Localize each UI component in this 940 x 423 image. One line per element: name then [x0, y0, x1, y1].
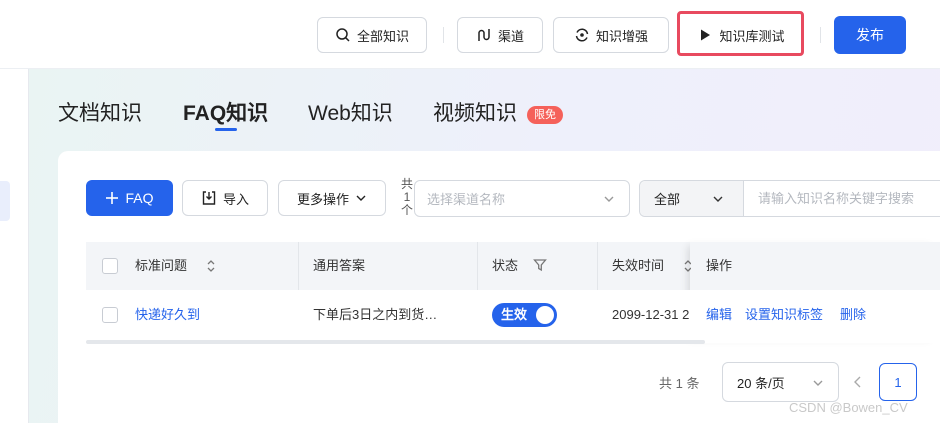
channel-label: 渠道 — [497, 28, 524, 44]
publish-button[interactable]: 发布 — [834, 16, 906, 54]
set-tag-link[interactable]: 设置知识标签 — [745, 290, 823, 340]
channel-select[interactable]: 选择渠道名称 — [414, 180, 630, 217]
import-icon — [202, 191, 216, 205]
knowledge-enhance-button[interactable]: 知识增强 — [553, 17, 669, 53]
chevron-down-icon — [604, 196, 614, 202]
divider — [443, 27, 444, 43]
sort-icon[interactable] — [206, 259, 216, 273]
all-knowledge-label: 全部知识 — [356, 28, 409, 44]
column-divider — [597, 242, 598, 290]
enhance-icon — [575, 28, 589, 42]
search-icon — [336, 28, 350, 42]
channel-icon — [478, 29, 490, 41]
free-badge: 限免 — [527, 106, 563, 124]
column-divider — [298, 242, 299, 290]
add-faq-label: FAQ — [125, 190, 154, 206]
status-toggle[interactable]: 生效 — [492, 303, 557, 327]
scope-select[interactable]: 全部 — [640, 181, 744, 216]
chevron-down-icon — [713, 196, 723, 202]
column-header-expiry: 失效时间 — [612, 258, 665, 273]
all-knowledge-button[interactable]: 全部知识 — [317, 17, 427, 53]
tab-web-knowledge[interactable]: Web知识 — [308, 98, 393, 130]
highlight-box — [677, 11, 804, 56]
add-faq-button[interactable]: FAQ — [86, 180, 173, 216]
divider — [820, 27, 821, 43]
chevron-left-icon[interactable] — [851, 375, 865, 389]
left-sidebar — [0, 69, 29, 423]
tab-faq-knowledge[interactable]: FAQ知识 — [183, 98, 268, 130]
pagination-total: 共 1 条 — [659, 376, 700, 391]
import-button[interactable]: 导入 — [182, 180, 268, 216]
row-question-link[interactable]: 快递好久到 — [135, 290, 200, 340]
tab-video-knowledge[interactable]: 视频知识 — [433, 98, 517, 130]
edit-link[interactable]: 编辑 — [706, 290, 732, 340]
column-header-actions: 操作 — [706, 258, 733, 273]
delete-link[interactable]: 删除 — [840, 290, 866, 340]
sidebar-active-item[interactable] — [0, 181, 10, 221]
active-tab-indicator — [215, 128, 237, 131]
horizontal-scrollbar[interactable] — [86, 340, 705, 344]
page-size-value: 20 条/页 — [737, 375, 785, 391]
page-size-select[interactable]: 20 条/页 — [722, 362, 839, 402]
channel-select-placeholder: 选择渠道名称 — [427, 192, 506, 207]
toggle-knob — [536, 306, 554, 324]
more-actions-dropdown[interactable]: 更多操作 — [278, 180, 386, 216]
row-checkbox[interactable] — [102, 307, 118, 323]
status-toggle-label: 生效 — [501, 307, 528, 322]
plus-icon — [106, 192, 119, 204]
import-label: 导入 — [222, 191, 249, 207]
page-1-button[interactable]: 1 — [879, 363, 917, 401]
scope-select-value: 全部 — [654, 192, 681, 207]
filter-icon[interactable] — [533, 258, 547, 272]
column-header-answer: 通用答案 — [313, 258, 366, 273]
chevron-down-icon — [813, 380, 823, 386]
column-divider — [477, 242, 478, 290]
tab-document-knowledge[interactable]: 文档知识 — [58, 98, 142, 130]
column-header-status: 状态 — [492, 258, 519, 273]
total-count-text: 共 1 个 — [400, 177, 413, 217]
channel-button[interactable]: 渠道 — [457, 17, 543, 53]
chevron-down-icon — [356, 195, 366, 201]
search-combo: 全部 请输入知识名称关键字搜索 — [639, 180, 940, 217]
column-header-question: 标准问题 — [135, 258, 188, 273]
select-all-checkbox[interactable] — [102, 258, 118, 274]
row-expiry: 2099-12-31 2 — [612, 307, 690, 322]
search-input[interactable]: 请输入知识名称关键字搜索 — [758, 181, 914, 216]
row-answer: 下单后3日之内到货… — [313, 307, 438, 322]
enhance-label: 知识增强 — [595, 28, 648, 44]
watermark: CSDN @Bowen_CV — [789, 400, 908, 415]
more-actions-label: 更多操作 — [296, 191, 349, 207]
